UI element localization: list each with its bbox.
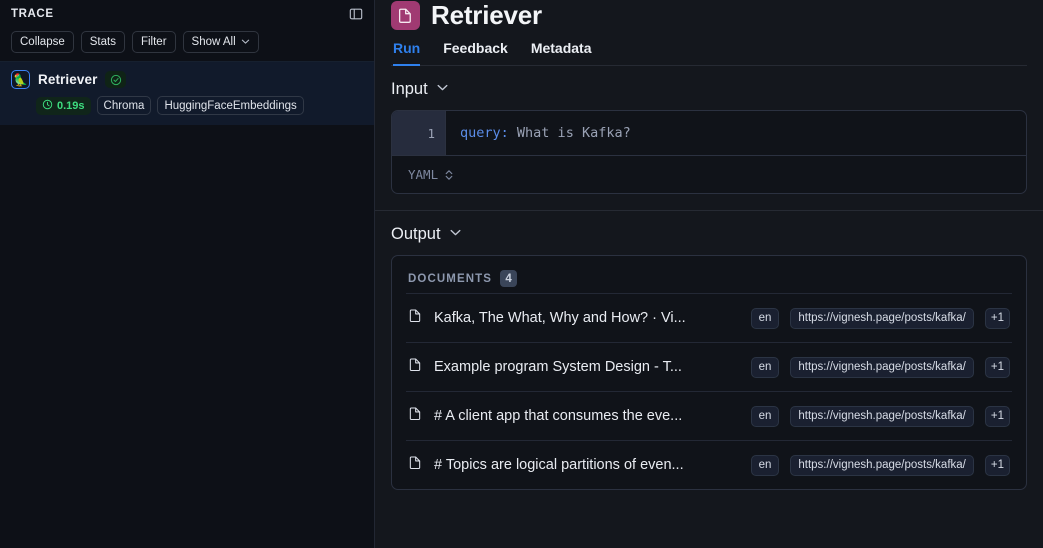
document-url-pill[interactable]: https://vignesh.page/posts/kafka/: [790, 405, 974, 427]
document-row[interactable]: Kafka, The What, Why and How? · Vi... en…: [406, 293, 1012, 342]
chevron-down-icon[interactable]: [436, 81, 449, 99]
line-number-gutter: 1: [392, 111, 446, 155]
collapse-button-label: Collapse: [20, 36, 65, 48]
documents-header: DOCUMENTS 4: [406, 256, 1012, 293]
app-root: TRACE Collapse Stats Filter Show All 🦜 R…: [0, 0, 1043, 548]
document-more-pill[interactable]: +1: [984, 454, 1010, 476]
show-all-dropdown[interactable]: Show All: [182, 31, 259, 53]
duration-label: 0.19s: [57, 99, 85, 112]
document-row[interactable]: # A client app that consumes the eve... …: [406, 391, 1012, 440]
document-lang-pill[interactable]: en: [750, 307, 780, 329]
file-icon: [408, 308, 423, 328]
main-header: Retriever Run Feedback Metadata: [375, 0, 1043, 66]
input-code-card: 1 query: What is Kafka? YAML: [391, 110, 1027, 194]
input-section-title: Input: [391, 80, 428, 98]
tag-huggingfaceembeddings[interactable]: HuggingFaceEmbeddings: [157, 96, 304, 115]
output-section: Output DOCUMENTS 4 Kafka, The What, Why …: [375, 210, 1043, 506]
document-row[interactable]: # Topics are logical partitions of even.…: [406, 440, 1012, 489]
parrot-icon: 🦜: [11, 70, 30, 89]
document-title: # A client app that consumes the eve...: [434, 408, 683, 424]
documents-label: DOCUMENTS: [408, 272, 493, 285]
document-title: Kafka, The What, Why and How? · Vi...: [434, 310, 686, 326]
output-section-header[interactable]: Output: [391, 225, 1027, 244]
document-row[interactable]: Example program System Design - T... en …: [406, 342, 1012, 391]
tab-metadata[interactable]: Metadata: [531, 40, 592, 66]
format-label: YAML: [408, 167, 439, 182]
filter-button-label: Filter: [140, 36, 167, 48]
documents-card: DOCUMENTS 4 Kafka, The What, Why and How…: [391, 255, 1027, 490]
document-url-pill[interactable]: https://vignesh.page/posts/kafka/: [790, 307, 974, 329]
document-url-pill[interactable]: https://vignesh.page/posts/kafka/: [790, 454, 974, 476]
input-section-header[interactable]: Input: [391, 80, 1027, 99]
page-title: Retriever: [431, 0, 542, 30]
line-number: 1: [392, 111, 445, 155]
code-line[interactable]: query: What is Kafka?: [446, 111, 1026, 155]
document-title: # Topics are logical partitions of even.…: [434, 457, 684, 473]
trace-node-tags: 0.19s Chroma HuggingFaceEmbeddings: [0, 89, 374, 115]
document-title: Example program System Design - T...: [434, 359, 682, 375]
document-more-pill[interactable]: +1: [984, 307, 1010, 329]
tab-bar: Run Feedback Metadata: [391, 32, 1027, 66]
format-selector[interactable]: YAML: [392, 155, 1026, 193]
trace-toolbar: Collapse Stats Filter Show All: [0, 25, 374, 61]
document-lang-pill[interactable]: en: [750, 454, 780, 476]
filter-button[interactable]: Filter: [131, 31, 176, 53]
tab-feedback[interactable]: Feedback: [443, 40, 508, 66]
code-key: query:: [460, 125, 509, 141]
chevron-down-icon: [241, 37, 250, 46]
file-icon: [408, 455, 423, 475]
document-lang-pill[interactable]: en: [750, 356, 780, 378]
document-lang-pill[interactable]: en: [750, 405, 780, 427]
clock-icon: [42, 99, 53, 113]
sidebar-panel-icon[interactable]: [348, 6, 364, 22]
document-more-pill[interactable]: +1: [984, 356, 1010, 378]
run-sections: Input 1 query: What is Kafka? YAML Outpu…: [375, 66, 1043, 548]
chevron-up-down-icon: [444, 168, 454, 182]
trace-node-retriever[interactable]: 🦜 Retriever 0.19s Chroma HuggingFaceEmbe…: [0, 61, 374, 125]
collapse-button[interactable]: Collapse: [11, 31, 74, 53]
input-section: Input 1 query: What is Kafka? YAML: [375, 66, 1043, 210]
document-icon: [391, 0, 420, 30]
tab-run[interactable]: Run: [393, 40, 421, 66]
main-panel: Retriever Run Feedback Metadata Input 1 …: [375, 0, 1043, 548]
trace-sidebar: TRACE Collapse Stats Filter Show All 🦜 R…: [0, 0, 375, 548]
document-more-pill[interactable]: +1: [984, 405, 1010, 427]
file-icon: [408, 406, 423, 426]
stats-button[interactable]: Stats: [80, 31, 125, 53]
show-all-label: Show All: [191, 36, 236, 48]
code-value: What is Kafka?: [516, 125, 631, 141]
check-circle-icon: [105, 71, 127, 88]
stats-button-label: Stats: [89, 36, 116, 48]
trace-node-row: 🦜 Retriever: [0, 70, 374, 89]
duration-badge: 0.19s: [36, 96, 91, 115]
trace-title: TRACE: [11, 8, 54, 20]
page-title-row: Retriever: [391, 0, 1027, 32]
tag-chroma[interactable]: Chroma: [96, 96, 152, 115]
code-body: 1 query: What is Kafka?: [392, 111, 1026, 155]
chevron-down-icon[interactable]: [449, 226, 462, 244]
trace-header: TRACE: [0, 3, 374, 25]
file-icon: [408, 357, 423, 377]
documents-count-badge: 4: [500, 270, 518, 287]
document-url-pill[interactable]: https://vignesh.page/posts/kafka/: [790, 356, 974, 378]
trace-node-name: Retriever: [38, 72, 98, 87]
output-section-title: Output: [391, 225, 441, 243]
